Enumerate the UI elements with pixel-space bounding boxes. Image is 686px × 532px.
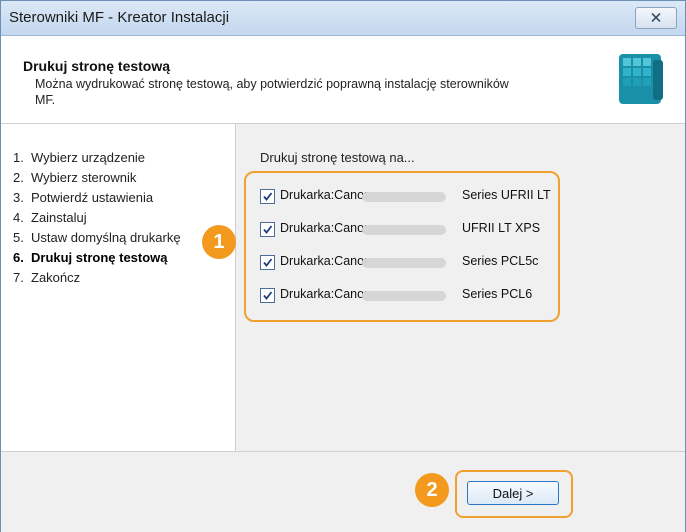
printer-name: Drukarka:Canon [280,188,372,202]
close-icon [651,13,661,22]
canon-installer-icon [619,54,663,104]
printer-series: UFRII LT XPS [462,221,541,235]
printer-name: Drukarka:Canon [280,254,372,268]
redacted-model [362,291,446,301]
check-icon [263,192,273,201]
redacted-model [362,258,446,268]
steps-panel: 1. Wybierz urządzenie 2. Wybierz sterownik… [1,124,236,451]
printer-checkbox[interactable] [260,189,275,204]
check-icon [263,291,273,300]
printer-name: Drukarka:Canon [280,287,372,301]
printer-series: Series PCL6 [462,287,533,301]
printer-series: Series UFRII LT [462,188,551,202]
check-icon [263,225,273,234]
printer-list: Drukarka:Canon Series UFRII LT Drukarka:… [244,171,560,322]
redacted-model [362,192,446,202]
printer-option[interactable]: Drukarka:Canon Series PCL6 [260,286,560,306]
wizard-header: Drukuj stronę testową Można wydrukować s… [1,36,685,124]
close-button[interactable] [635,7,677,29]
printer-series: Series PCL5c [462,254,539,268]
next-button[interactable]: Dalej > [467,481,559,505]
title-bar: Sterowniki MF - Kreator Instalacji [1,1,685,36]
printer-option[interactable]: Drukarka:Canon UFRII LT XPS [260,220,560,240]
printer-checkbox[interactable] [260,255,275,270]
header-description: Można wydrukować stronę testową, aby pot… [35,77,509,107]
installer-window: Sterowniki MF - Kreator Instalacji Druku… [0,0,686,532]
printer-checkbox[interactable] [260,222,275,237]
callout-badge-1: 1 [202,225,236,259]
window-title: Sterowniki MF - Kreator Instalacji [9,9,230,26]
callout-badge-2: 2 [415,473,449,507]
header-title: Drukuj stronę testową [23,58,171,74]
next-button-highlight: Dalej > [455,470,573,518]
printer-option[interactable]: Drukarka:Canon Series PCL5c [260,253,560,273]
wizard-footer: Dalej > [1,451,685,532]
printer-option[interactable]: Drukarka:Canon Series UFRII LT [260,187,560,207]
check-icon [263,258,273,267]
redacted-model [362,225,446,235]
print-test-page-prompt: Drukuj stronę testową na... [260,150,415,165]
printer-name: Drukarka:Canon [280,221,372,235]
printer-checkbox[interactable] [260,288,275,303]
content-panel: Drukuj stronę testową na... Drukarka:Can… [236,124,685,451]
